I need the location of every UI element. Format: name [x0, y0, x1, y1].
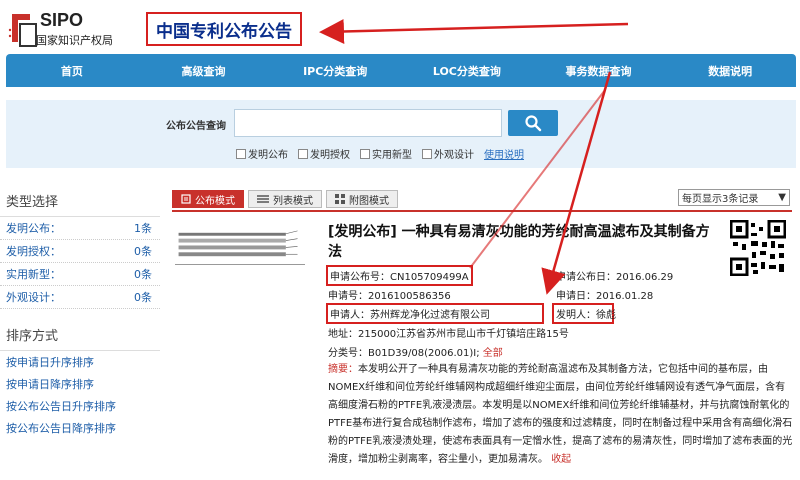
address: 地址：215000江苏省苏州市昆山市千灯镇培庄路15号: [328, 329, 569, 340]
sort-pub-date-desc[interactable]: 按公布公告日降序排序: [0, 417, 160, 439]
checkbox[interactable]: [360, 148, 370, 159]
header: SIPO 国家知识产权局 中国专利公布公告: [0, 0, 800, 52]
option-design[interactable]: 外观设计: [422, 146, 474, 161]
nav-ipc-search[interactable]: IPC分类查询: [269, 63, 401, 79]
patent-title[interactable]: [发明公布] 一种具有易清灰功能的芳纶耐高温滤布及其制备方法: [328, 222, 718, 262]
grid-icon: [335, 194, 345, 204]
site-title: 中国专利公布公告: [146, 12, 302, 46]
search-label: 公布公告查询: [166, 121, 226, 132]
search-icon: [525, 115, 542, 132]
list-icon: [257, 195, 269, 203]
view-mode-tabs: 公布模式 列表模式 附图模式: [172, 190, 398, 208]
ipc-code: 分类号：B01D39/08(2006.01)I;: [328, 348, 480, 359]
applicant: 申请人：苏州辉龙净化过滤有限公司: [326, 303, 544, 324]
sort-app-date-asc[interactable]: 按申请日升序排序: [0, 351, 160, 373]
inventor: 发明人：徐彪: [552, 303, 616, 324]
ipc-all-link[interactable]: 全部: [483, 348, 503, 359]
sort-pub-date-asc[interactable]: 按公布公告日升序排序: [0, 395, 160, 417]
option-invention-grant[interactable]: 发明授权: [298, 146, 350, 161]
search-panel: 公布公告查询 发明公布 发明授权 实用新型 外观设计 使用说明: [6, 100, 796, 168]
logo-org-name: 国家知识产权局: [36, 34, 113, 47]
classification: 分类号：B01D39/08(2006.01)I; 全部: [328, 344, 503, 359]
search-type-options: 发明公布 发明授权 实用新型 外观设计 使用说明: [236, 146, 524, 161]
nav-data-notes[interactable]: 数据说明: [664, 63, 796, 79]
sidebar-item-utility-model[interactable]: 实用新型： 0条: [0, 263, 160, 286]
help-link[interactable]: 使用说明: [484, 146, 524, 161]
main-nav: 首页 高级查询 IPC分类查询 LOC分类查询 事务数据查询 数据说明: [6, 54, 796, 87]
checkbox[interactable]: [422, 148, 432, 159]
abstract-label: 摘要：: [328, 364, 358, 375]
search-input[interactable]: [234, 109, 502, 137]
sidebar-item-invention-grant[interactable]: 发明授权： 0条: [0, 240, 160, 263]
sort-heading: 排序方式: [0, 319, 160, 351]
tab-list-mode[interactable]: 列表模式: [248, 190, 322, 208]
qr-code[interactable]: [730, 220, 786, 276]
nav-advanced-search[interactable]: 高级查询: [138, 63, 270, 79]
sipo-logo-mark-icon: [8, 14, 37, 47]
application-date: 申请日：2016.01.28: [556, 291, 654, 302]
tab-figure-mode[interactable]: 附图模式: [326, 190, 398, 208]
divider: [172, 210, 792, 212]
document-icon: [181, 194, 191, 204]
abstract-text: 本发明公开了一种具有易清灰功能的芳纶耐高温滤布及其制备方法，它包括中间的基布层，…: [328, 364, 793, 465]
nav-home[interactable]: 首页: [6, 63, 138, 79]
chevron-down-icon: ▼: [778, 192, 786, 203]
collapse-link[interactable]: 收起: [551, 454, 571, 465]
sidebar: 类型选择 发明公布： 1条 发明授权： 0条 实用新型： 0条 外观设计： 0条 排序方…: [0, 185, 160, 480]
publication-date: 申请公布日：2016.06.29: [556, 272, 674, 283]
sidebar-item-design[interactable]: 外观设计： 0条: [0, 286, 160, 309]
sipo-logo[interactable]: SIPO 国家知识产权局: [6, 8, 136, 48]
sort-app-date-desc[interactable]: 按申请日降序排序: [0, 373, 160, 395]
nav-transaction-search[interactable]: 事务数据查询: [533, 63, 665, 79]
publication-number: 申请公布号：CN105709499A: [326, 265, 473, 286]
sidebar-item-invention-pub[interactable]: 发明公布： 1条: [0, 217, 160, 240]
search-button[interactable]: [508, 110, 558, 136]
checkbox[interactable]: [298, 148, 308, 159]
application-number: 申请号：2016100586356: [328, 291, 451, 302]
abstract: 摘要：本发明公开了一种具有易清灰功能的芳纶耐高温滤布及其制备方法，它包括中间的基…: [328, 361, 794, 469]
nav-loc-search[interactable]: LOC分类查询: [401, 63, 533, 79]
option-utility-model[interactable]: 实用新型: [360, 146, 412, 161]
type-heading: 类型选择: [0, 185, 160, 217]
checkbox[interactable]: [236, 148, 246, 159]
tab-publication-mode[interactable]: 公布模式: [172, 190, 244, 208]
per-page-select[interactable]: 每页显示3条记录 ▼: [678, 189, 790, 206]
patent-drawing-thumbnail[interactable]: [175, 225, 305, 265]
logo-text: SIPO: [40, 10, 84, 30]
option-invention-pub[interactable]: 发明公布: [236, 146, 288, 161]
